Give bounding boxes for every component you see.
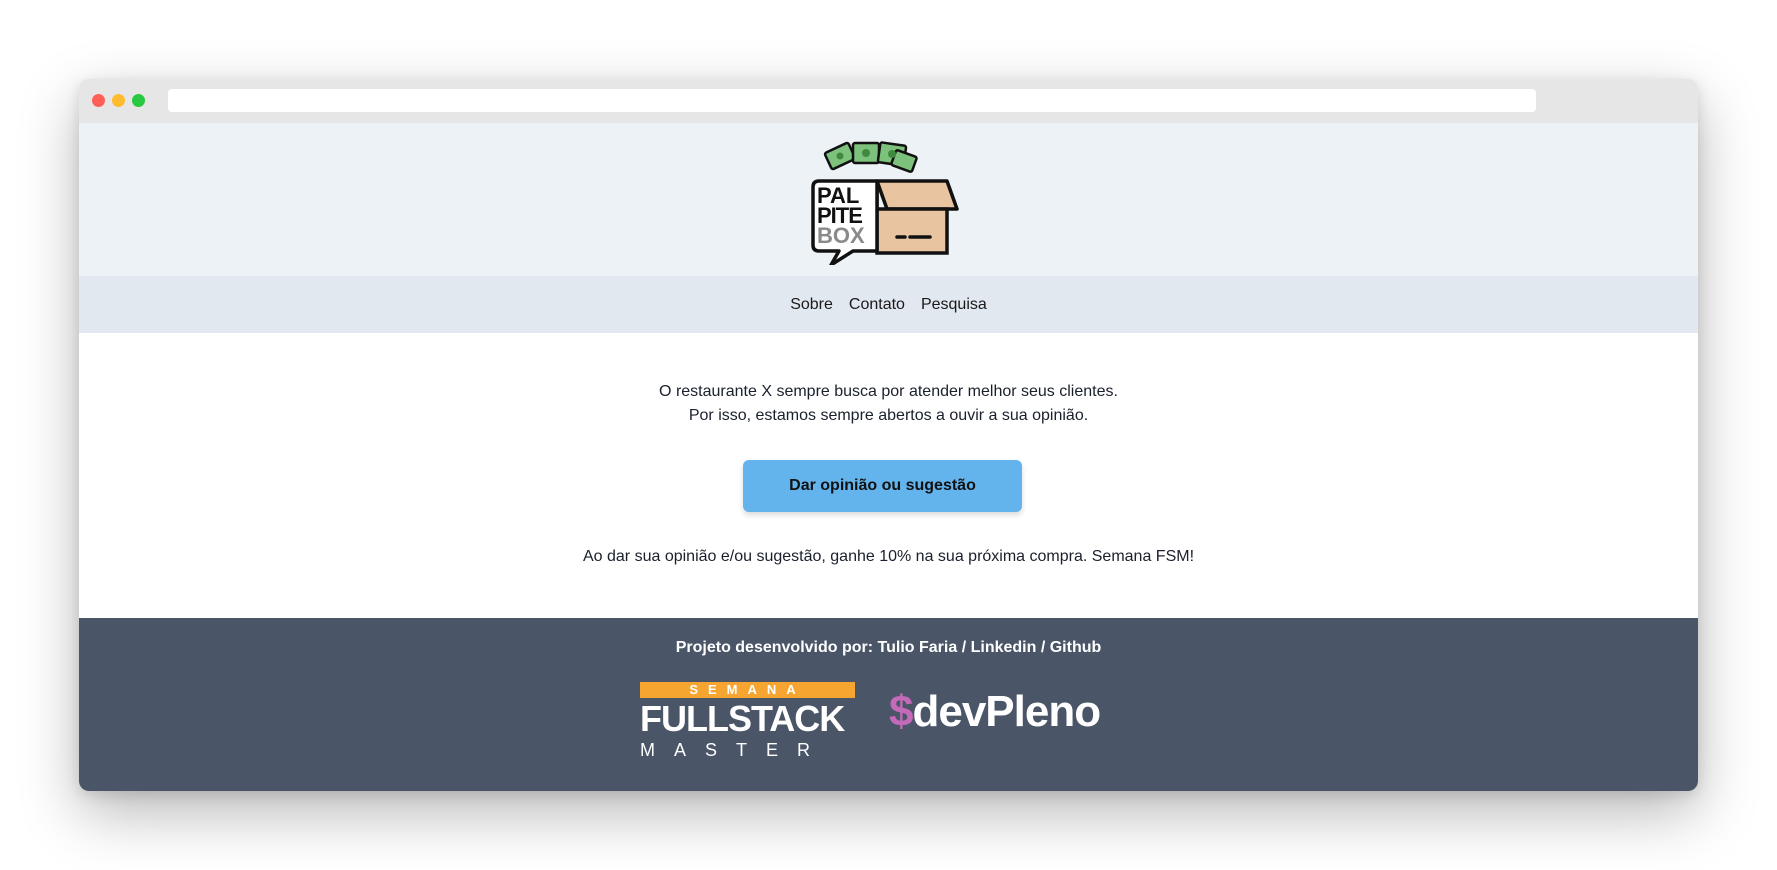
linkedin-link[interactable]: Linkedin xyxy=(971,639,1037,656)
github-link[interactable]: Github xyxy=(1050,639,1102,656)
give-feedback-button[interactable]: Dar opinião ou sugestão xyxy=(743,460,1022,512)
box-icon xyxy=(875,179,959,255)
address-bar[interactable] xyxy=(168,89,1536,112)
promo-text: Ao dar sua opinião e/ou sugestão, ganhe … xyxy=(582,548,1195,565)
browser-chrome xyxy=(79,79,1698,123)
footer-credits: Projeto desenvolvido por: Tulio Faria / … xyxy=(79,639,1698,657)
semana-fullstack-master-logo[interactable]: SEMANA FULLSTACK MASTER xyxy=(640,682,855,762)
nav-link-pesquisa[interactable]: Pesquisa xyxy=(921,296,987,314)
fsm-master-label: MASTER xyxy=(640,740,830,760)
devpleno-logo[interactable]: $devPleno xyxy=(889,686,1101,738)
credits-separator: / xyxy=(1036,639,1050,656)
devpleno-label: devPleno xyxy=(912,687,1101,736)
main-content: O restaurante X sempre busca por atender… xyxy=(79,333,1698,618)
credits-separator: / xyxy=(957,639,971,656)
nav-link-contato[interactable]: Contato xyxy=(849,296,905,314)
fsm-semana-label: SEMANA xyxy=(640,682,855,698)
intro-text: O restaurante X sempre busca por atender… xyxy=(79,380,1698,428)
maximize-window-button[interactable] xyxy=(132,94,145,107)
palpitebox-logo[interactable]: PAL PITE BOX xyxy=(809,141,959,265)
intro-line-2: Por isso, estamos sempre abertos a ouvir… xyxy=(688,407,1089,424)
browser-window: PAL PITE BOX Sobre Contato Pesquisa O re… xyxy=(79,79,1698,791)
site-header: PAL PITE BOX xyxy=(79,123,1698,276)
minimize-window-button[interactable] xyxy=(112,94,125,107)
money-icon xyxy=(823,141,918,173)
dollar-icon: $ xyxy=(889,687,914,736)
author-link[interactable]: Tulio Faria xyxy=(878,639,958,656)
fsm-fullstack-label: FULLSTACK xyxy=(640,698,845,739)
site-footer: Projeto desenvolvido por: Tulio Faria / … xyxy=(79,618,1698,791)
logo-line-box: BOX xyxy=(817,223,865,248)
nav-link-sobre[interactable]: Sobre xyxy=(790,296,833,314)
credits-prefix: Projeto desenvolvido por: xyxy=(675,639,878,656)
close-window-button[interactable] xyxy=(92,94,105,107)
intro-line-1: O restaurante X sempre busca por atender… xyxy=(659,383,1118,400)
main-nav: Sobre Contato Pesquisa xyxy=(79,276,1698,333)
